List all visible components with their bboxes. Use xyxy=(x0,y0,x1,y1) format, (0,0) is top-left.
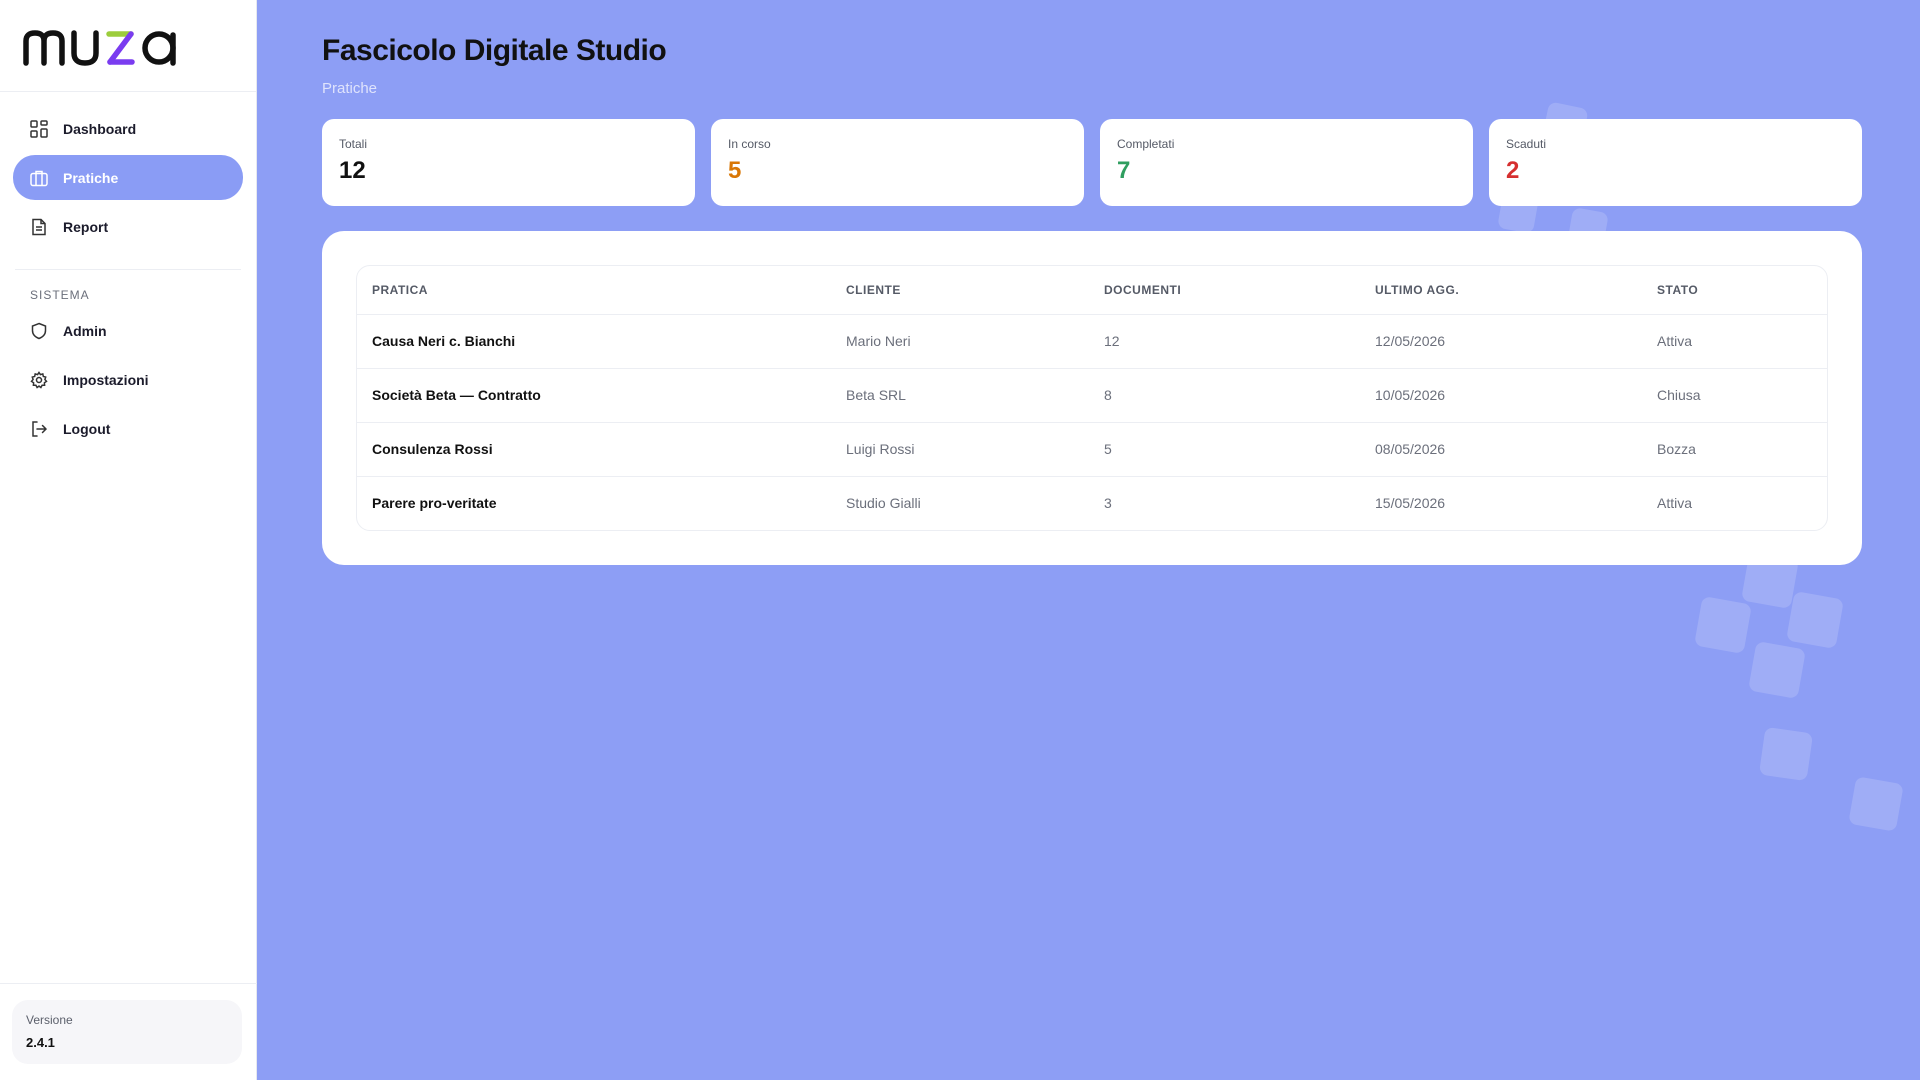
cell-stato: Attiva xyxy=(1657,495,1693,512)
stat-card-in-corso: In corso 5 xyxy=(711,119,1084,206)
cell-cliente: Studio Gialli xyxy=(846,495,921,512)
cell-stato: Attiva xyxy=(1642,314,1827,369)
column-header-ultimo-agg[interactable]: ULTIMO AGG. xyxy=(1360,266,1642,315)
page-title: Fascicolo Digitale Studio xyxy=(322,34,667,67)
stat-label: Totali xyxy=(339,137,368,151)
column-header-cliente[interactable]: CLIENTE xyxy=(831,266,1089,315)
nav-item-label: Pratiche xyxy=(63,169,119,186)
sidebar: Dashboard Pratiche Report SISTEMA Admin xyxy=(0,0,257,1080)
stat-value: 5 xyxy=(728,157,742,184)
cell-pratica: Causa Neri c. Bianchi xyxy=(357,314,831,369)
nav-item-label: Logout xyxy=(63,420,111,437)
stat-card-completati: Completati 7 xyxy=(1100,119,1473,206)
stat-card-scaduti: Scaduti 2 xyxy=(1489,119,1862,206)
nav-item-impostazioni[interactable]: Impostazioni xyxy=(13,357,243,402)
stat-value: 7 xyxy=(1117,157,1131,184)
background-decoration xyxy=(1786,591,1844,649)
nav-item-admin[interactable]: Admin xyxy=(13,308,243,353)
nav-item-dashboard[interactable]: Dashboard xyxy=(13,106,243,151)
cell-documenti: 12 xyxy=(1089,314,1360,369)
muza-logo-mark xyxy=(23,29,176,66)
system-nav: Admin Impostazioni Logout xyxy=(0,308,256,451)
nav-item-label: Dashboard xyxy=(63,120,137,137)
nav-item-report[interactable]: Report xyxy=(13,204,243,249)
briefcase-icon xyxy=(29,168,49,188)
nav-item-logout[interactable]: Logout xyxy=(13,406,243,451)
version-footer: Versione 2.4.1 xyxy=(0,983,257,1080)
cell-stato: Chiusa xyxy=(1642,368,1827,423)
cell-documenti: 5 xyxy=(1089,422,1360,477)
cell-documenti: 3 xyxy=(1104,495,1112,512)
cell-ultimo-agg: 08/05/2026 xyxy=(1360,422,1642,477)
table-row[interactable]: Consulenza Rossi Luigi Rossi 5 08/05/202… xyxy=(357,422,1827,477)
cell-cliente: Luigi Rossi xyxy=(831,422,1089,477)
section-title-sistema: SISTEMA xyxy=(30,288,90,302)
cell-cliente: Beta SRL xyxy=(831,368,1089,423)
nav-item-label: Report xyxy=(63,218,109,235)
cell-pratica: Parere pro-veritate xyxy=(372,495,497,512)
version-box: Versione 2.4.1 xyxy=(12,1000,242,1064)
background-decoration xyxy=(1694,596,1752,654)
stat-value: 2 xyxy=(1506,157,1520,184)
table-header-row: PRATICA CLIENTE DOCUMENTI ULTIMO AGG. ST… xyxy=(357,266,1827,315)
stat-label: In corso xyxy=(728,137,771,151)
main-nav: Dashboard Pratiche Report xyxy=(0,92,256,249)
table-row[interactable]: Causa Neri c. Bianchi Mario Neri 12 12/0… xyxy=(357,314,1827,369)
pratiche-table-card: PRATICA CLIENTE DOCUMENTI ULTIMO AGG. ST… xyxy=(322,231,1862,565)
gear-icon xyxy=(29,370,49,390)
document-icon xyxy=(29,217,49,237)
column-header-documenti[interactable]: DOCUMENTI xyxy=(1089,266,1360,315)
muza-logo[interactable] xyxy=(0,0,256,92)
background-decoration xyxy=(1748,641,1806,699)
version-value: 2.4.1 xyxy=(26,1035,55,1050)
stat-label: Completati xyxy=(1117,137,1175,151)
version-label: Versione xyxy=(26,1013,73,1027)
cell-pratica: Consulenza Rossi xyxy=(357,422,831,477)
cell-pratica: Società Beta — Contratto xyxy=(357,368,831,423)
cell-ultimo-agg: 15/05/2026 xyxy=(1375,495,1446,512)
table-row[interactable]: Parere pro-veritate Studio Gialli 3 15/0… xyxy=(357,476,1827,530)
cell-stato: Bozza xyxy=(1642,422,1827,477)
stats-row: Totali 12 In corso 5 Completati 7 Scadut… xyxy=(322,119,1862,206)
logout-icon xyxy=(29,419,49,439)
cell-ultimo-agg: 10/05/2026 xyxy=(1360,368,1642,423)
nav-item-pratiche[interactable]: Pratiche xyxy=(13,155,243,200)
grid-icon xyxy=(29,119,49,139)
page-subtitle: Pratiche xyxy=(322,80,378,97)
nav-item-label: Impostazioni xyxy=(63,371,149,388)
background-decoration xyxy=(1848,776,1904,832)
stat-card-totali: Totali 12 xyxy=(322,119,695,206)
shield-icon xyxy=(29,321,49,341)
column-header-pratica[interactable]: PRATICA xyxy=(357,266,831,315)
pratiche-table: PRATICA CLIENTE DOCUMENTI ULTIMO AGG. ST… xyxy=(357,266,1827,530)
stat-value: 12 xyxy=(339,157,366,184)
main-content: Fascicolo Digitale Studio Pratiche Total… xyxy=(322,0,1862,565)
cell-cliente: Mario Neri xyxy=(831,314,1089,369)
nav-item-label: Admin xyxy=(63,322,107,339)
background-decoration xyxy=(1758,726,1814,782)
cell-documenti: 8 xyxy=(1089,368,1360,423)
table-row[interactable]: Società Beta — Contratto Beta SRL 8 10/0… xyxy=(357,368,1827,423)
table-wrapper: PRATICA CLIENTE DOCUMENTI ULTIMO AGG. ST… xyxy=(356,265,1828,531)
cell-ultimo-agg: 12/05/2026 xyxy=(1360,314,1642,369)
stat-label: Scaduti xyxy=(1506,137,1547,151)
column-header-stato[interactable]: STATO xyxy=(1642,266,1827,315)
